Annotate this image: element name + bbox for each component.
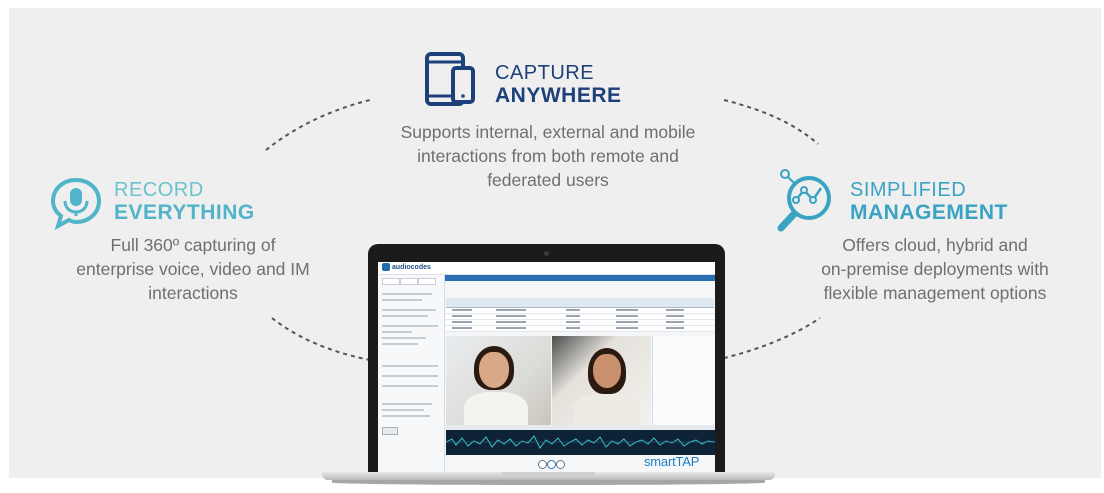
laptop-illustration: audiocodes smartTAP bbox=[322, 244, 775, 493]
capture-description: Supports internal, external and mobile i… bbox=[348, 120, 748, 192]
audio-waveform bbox=[446, 430, 715, 455]
record-title: RECORD EVERYTHING bbox=[114, 180, 255, 223]
sidebar-tab bbox=[418, 278, 436, 285]
record-description: Full 360º capturing of enterprise voice,… bbox=[28, 233, 358, 305]
simplified-description: Offers cloud, hybrid and on-premise depl… bbox=[770, 233, 1100, 305]
details-panel bbox=[652, 336, 715, 428]
capture-title-line1: CAPTURE bbox=[495, 62, 595, 84]
sidebar-line bbox=[382, 299, 422, 301]
app-header-strip bbox=[445, 275, 715, 281]
sidebar-line bbox=[382, 409, 424, 411]
rewind-button[interactable] bbox=[538, 460, 547, 469]
capture-desc-line: Supports internal, external and mobile bbox=[400, 122, 696, 142]
waveform-graphic bbox=[446, 435, 715, 449]
webcam-dot bbox=[544, 251, 549, 256]
microphone-chat-icon bbox=[50, 177, 102, 230]
record-desc-line: interactions bbox=[148, 283, 238, 303]
record-desc-line: Full 360º capturing of bbox=[110, 235, 276, 255]
sidebar-line bbox=[382, 415, 430, 417]
smarttap-brand: smartTAP bbox=[644, 454, 700, 469]
record-title-line1: RECORD bbox=[114, 179, 204, 201]
sidebar-tab bbox=[400, 278, 418, 285]
simplified-desc-line: on-premise deployments with bbox=[821, 259, 1049, 279]
simplified-title: SIMPLIFIED MANAGEMENT bbox=[850, 180, 1008, 223]
capture-title-line2: ANYWHERE bbox=[495, 84, 622, 107]
results-table-header bbox=[446, 298, 714, 308]
sidebar-line bbox=[382, 343, 418, 345]
devices-icon bbox=[425, 52, 475, 106]
sidebar-line bbox=[382, 315, 428, 317]
sidebar-line bbox=[382, 293, 432, 295]
laptop-shadow bbox=[332, 480, 765, 485]
laptop-base-lip bbox=[502, 472, 595, 476]
sidebar-line bbox=[382, 403, 432, 405]
sidebar-line bbox=[382, 385, 438, 387]
app-logo-icon bbox=[382, 263, 390, 271]
app-logo-text: audiocodes bbox=[392, 263, 431, 271]
capture-desc-line: federated users bbox=[487, 170, 609, 190]
forward-button[interactable] bbox=[556, 460, 565, 469]
table-row[interactable] bbox=[446, 326, 714, 332]
sidebar-line bbox=[382, 337, 426, 339]
sidebar-line bbox=[382, 375, 438, 377]
sidebar-tab bbox=[382, 278, 400, 285]
play-button[interactable] bbox=[547, 460, 556, 469]
simplified-desc-line: Offers cloud, hybrid and bbox=[842, 235, 1028, 255]
sidebar-line bbox=[382, 365, 438, 367]
app-top-bar: audiocodes bbox=[378, 262, 715, 275]
sidebar-line bbox=[382, 331, 412, 333]
magnifier-chart-icon bbox=[777, 169, 831, 232]
record-title-line2: EVERYTHING bbox=[114, 201, 255, 224]
video-tile-right bbox=[552, 336, 651, 430]
app-logo: audiocodes bbox=[382, 263, 431, 271]
sidebar-search-button[interactable] bbox=[382, 427, 398, 435]
person-face bbox=[479, 352, 509, 388]
simplified-title-line2: MANAGEMENT bbox=[850, 201, 1008, 224]
simplified-title-line1: SIMPLIFIED bbox=[850, 179, 967, 201]
person-face bbox=[593, 354, 621, 388]
capture-title: CAPTURE ANYWHERE bbox=[495, 63, 622, 106]
sidebar-line bbox=[382, 309, 436, 311]
capture-desc-line: interactions from both remote and bbox=[417, 146, 679, 166]
record-desc-line: enterprise voice, video and IM bbox=[76, 259, 310, 279]
laptop-screen: audiocodes smartTAP bbox=[378, 262, 715, 472]
app-sidebar bbox=[378, 275, 445, 472]
video-tile-left bbox=[446, 336, 551, 432]
sidebar-line bbox=[382, 325, 438, 327]
simplified-desc-line: flexible management options bbox=[823, 283, 1047, 303]
